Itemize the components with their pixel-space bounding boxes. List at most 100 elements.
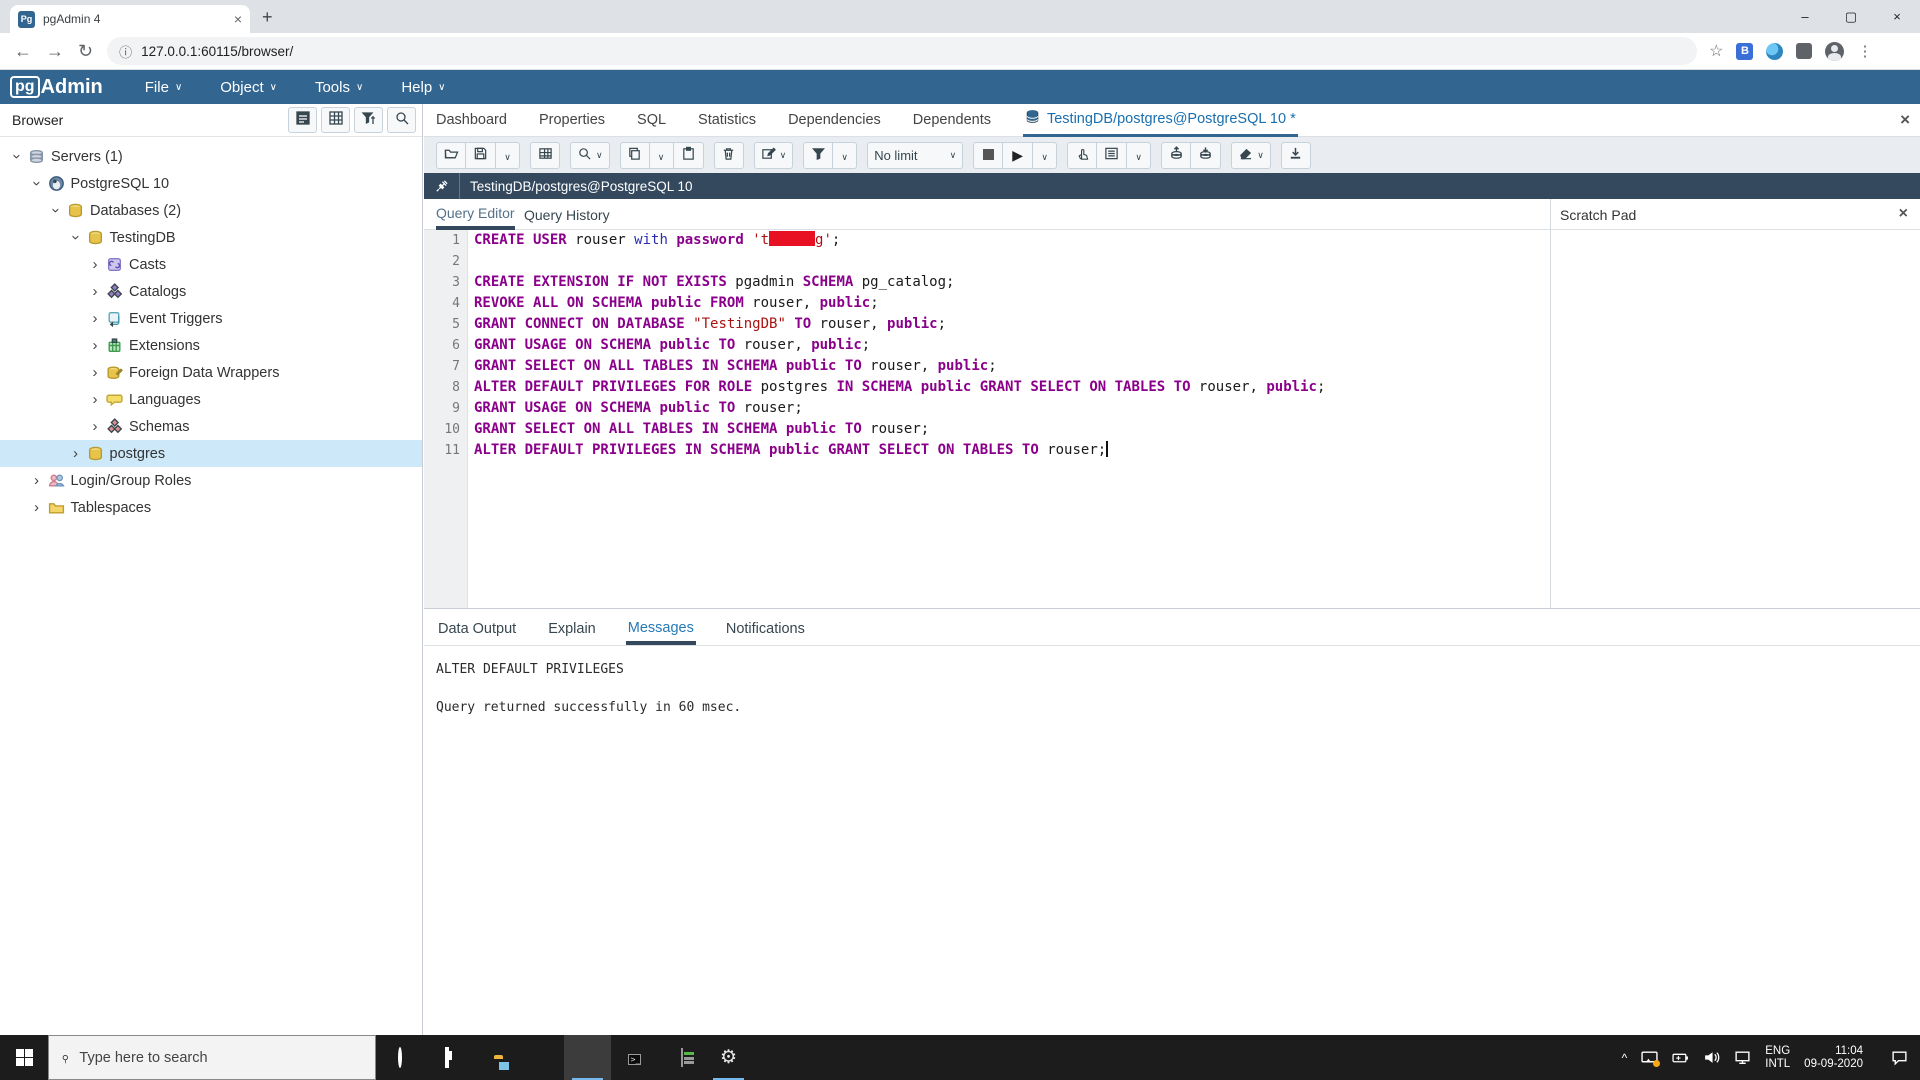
expand-chevron-icon[interactable]: › xyxy=(69,445,83,462)
commit-button[interactable] xyxy=(1161,142,1191,169)
expand-chevron-icon[interactable]: › xyxy=(88,337,102,354)
output-tab-notifications[interactable]: Notifications xyxy=(724,613,807,645)
code-line[interactable]: 7GRANT SELECT ON ALL TABLES IN SCHEMA pu… xyxy=(424,356,1550,377)
save-data-changes-button[interactable] xyxy=(530,142,560,169)
taskbar-search[interactable]: ⌕ xyxy=(48,1035,376,1080)
grid-view-button[interactable] xyxy=(321,107,350,133)
find-button[interactable]: ∨ xyxy=(570,142,610,169)
tab-dashboard[interactable]: Dashboard xyxy=(436,112,507,128)
expand-chevron-icon[interactable]: › xyxy=(88,391,102,408)
code-line[interactable]: 8ALTER DEFAULT PRIVILEGES FOR ROLE postg… xyxy=(424,377,1550,398)
panel-close-icon[interactable]: × xyxy=(1900,110,1910,130)
tab-dependencies[interactable]: Dependencies xyxy=(788,112,881,128)
tree-item-catalogs[interactable]: ›Catalogs xyxy=(0,278,422,305)
network-icon[interactable] xyxy=(1734,1049,1751,1066)
expand-chevron-icon[interactable]: › xyxy=(88,418,102,435)
copy-options-button[interactable]: ∨ xyxy=(650,142,674,169)
collapse-chevron-icon[interactable]: › xyxy=(67,231,84,245)
open-file-button[interactable] xyxy=(436,142,466,169)
reload-icon[interactable]: ↻ xyxy=(78,41,93,62)
save-button[interactable] xyxy=(466,142,496,169)
language-indicator[interactable]: ENGINTL xyxy=(1765,1045,1790,1071)
menu-object[interactable]: Object∨ xyxy=(220,79,277,96)
new-tab-button[interactable]: + xyxy=(262,7,273,28)
extension-puzzle-icon[interactable] xyxy=(1796,43,1812,59)
volume-icon[interactable] xyxy=(1703,1049,1720,1066)
taskbar-firefox-button[interactable] xyxy=(517,1035,564,1080)
collapse-chevron-icon[interactable]: › xyxy=(48,204,65,218)
output-tab-data-output[interactable]: Data Output xyxy=(436,613,518,645)
clock[interactable]: 11:0409-09-2020 xyxy=(1804,1045,1863,1071)
save-options-button[interactable]: ∨ xyxy=(496,142,520,169)
url-field[interactable]: ⓘ 127.0.0.1:60115/browser/ xyxy=(107,37,1697,65)
code-line[interactable]: 6GRANT USAGE ON SCHEMA public TO rouser,… xyxy=(424,335,1550,356)
taskbar-cortana-button[interactable] xyxy=(376,1035,423,1080)
tree-item-servers-1-[interactable]: ›Servers (1) xyxy=(0,143,422,170)
profile-avatar[interactable] xyxy=(1825,42,1844,61)
output-tab-messages[interactable]: Messages xyxy=(626,612,696,645)
edit-button[interactable]: ∨ xyxy=(754,142,794,169)
taskbar-settings-button[interactable]: ⚙ xyxy=(705,1035,752,1080)
menu-kebab-icon[interactable]: ⋮ xyxy=(1857,42,1873,60)
menu-file[interactable]: File∨ xyxy=(145,79,183,96)
menu-tools[interactable]: Tools∨ xyxy=(315,79,363,96)
tab-active-query-tool[interactable]: TestingDB/postgres@PostgreSQL 10 * xyxy=(1023,104,1298,137)
search-input[interactable] xyxy=(79,1050,329,1066)
tree-item-databases-2-[interactable]: ›Databases (2) xyxy=(0,197,422,224)
explain-button[interactable] xyxy=(1067,142,1097,169)
maximize-button[interactable]: ▢ xyxy=(1828,0,1874,33)
cancel-query-button[interactable] xyxy=(973,142,1003,169)
code-line[interactable]: 10GRANT SELECT ON ALL TABLES IN SCHEMA p… xyxy=(424,419,1550,440)
paste-button[interactable] xyxy=(674,142,704,169)
tab-query-editor[interactable]: Query Editor xyxy=(436,199,515,230)
filter-options-button[interactable]: ∨ xyxy=(833,142,857,169)
tab-properties[interactable]: Properties xyxy=(539,112,605,128)
tree-item-extensions[interactable]: ›Extensions xyxy=(0,332,422,359)
tree-item-casts[interactable]: ›Casts xyxy=(0,251,422,278)
output-tab-explain[interactable]: Explain xyxy=(546,613,598,645)
clear-button[interactable]: ∨ xyxy=(1231,142,1271,169)
expand-chevron-icon[interactable]: › xyxy=(88,364,102,381)
minimize-button[interactable]: – xyxy=(1782,0,1828,33)
tree-item-languages[interactable]: ›Languages xyxy=(0,386,422,413)
action-center-icon[interactable] xyxy=(1891,1049,1908,1066)
tree-item-login-group-roles[interactable]: ›Login/Group Roles xyxy=(0,467,422,494)
code-line[interactable]: 9GRANT USAGE ON SCHEMA public TO rouser; xyxy=(424,398,1550,419)
taskbar-explorer-button[interactable] xyxy=(470,1035,517,1080)
close-button[interactable]: × xyxy=(1874,0,1920,33)
code-line[interactable]: 2 xyxy=(424,251,1550,272)
expand-chevron-icon[interactable]: › xyxy=(88,283,102,300)
tree-item-event-triggers[interactable]: ›Event Triggers xyxy=(0,305,422,332)
cast-icon[interactable] xyxy=(1641,1049,1658,1066)
scratch-pad-divider[interactable] xyxy=(1550,199,1551,609)
code-line[interactable]: 11ALTER DEFAULT PRIVILEGES IN SCHEMA pub… xyxy=(424,440,1550,461)
tree-item-schemas[interactable]: ›Schemas xyxy=(0,413,422,440)
row-limit-select[interactable]: No limit∨ xyxy=(867,142,963,169)
tree-item-tablespaces[interactable]: ›Tablespaces xyxy=(0,494,422,521)
taskbar-notepad-button[interactable] xyxy=(658,1035,705,1080)
tree-item-foreign-data-wrappers[interactable]: ›Foreign Data Wrappers xyxy=(0,359,422,386)
back-icon[interactable]: ← xyxy=(14,41,32,62)
menu-help[interactable]: Help∨ xyxy=(401,79,445,96)
tab-dependents[interactable]: Dependents xyxy=(913,112,991,128)
extension-globe-icon[interactable] xyxy=(1766,43,1783,60)
filter-tree-button[interactable] xyxy=(354,107,383,133)
expand-chevron-icon[interactable]: › xyxy=(30,472,44,489)
copy-button[interactable] xyxy=(620,142,650,169)
taskbar-taskview-button[interactable] xyxy=(423,1035,470,1080)
explain-analyze-button[interactable] xyxy=(1097,142,1127,169)
site-info-icon[interactable]: ⓘ xyxy=(119,42,132,61)
tab-query-history[interactable]: Query History xyxy=(524,199,610,230)
browser-tab[interactable]: Pg pgAdmin 4 × xyxy=(10,5,250,33)
query-editor[interactable]: 1CREATE USER rouser with password 'tg';2… xyxy=(424,230,1550,608)
filter-button[interactable] xyxy=(803,142,833,169)
taskbar-chrome-button[interactable] xyxy=(564,1035,611,1080)
explain-options-button[interactable]: ∨ xyxy=(1127,142,1151,169)
expand-chevron-icon[interactable]: › xyxy=(88,256,102,273)
tab-sql[interactable]: SQL xyxy=(637,112,666,128)
start-button[interactable] xyxy=(0,1035,48,1080)
collapse-chevron-icon[interactable]: › xyxy=(28,177,45,191)
rollback-button[interactable] xyxy=(1191,142,1221,169)
battery-icon[interactable] xyxy=(1672,1049,1689,1066)
bookmark-star-icon[interactable]: ☆ xyxy=(1709,41,1723,61)
